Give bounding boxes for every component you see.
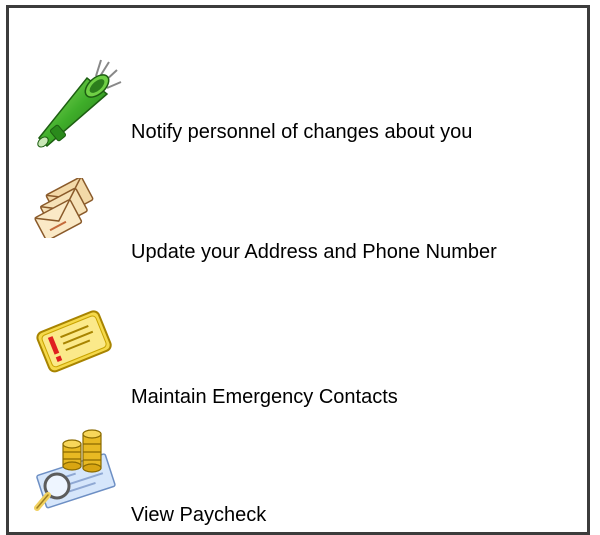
view-paycheck-label: View Paycheck [131, 504, 267, 526]
notify-personnel-link[interactable]: Notify personnel of changes about you [33, 56, 553, 152]
emergency-folder-icon [36, 310, 112, 373]
paycheck-coins-magnifier-icon [34, 429, 116, 511]
emergency-contacts-label: Maintain Emergency Contacts [131, 386, 398, 408]
emergency-contacts-link[interactable]: Maintain Emergency Contacts [33, 308, 553, 408]
envelopes-icon [34, 178, 94, 238]
self-service-panel: Notify personnel of changes about you Up… [6, 5, 590, 535]
update-address-label: Update your Address and Phone Number [131, 241, 497, 263]
megaphone-icon [37, 59, 122, 148]
notify-personnel-label: Notify personnel of changes about you [131, 121, 473, 143]
update-address-link[interactable]: Update your Address and Phone Number [33, 178, 553, 298]
view-paycheck-link[interactable]: View Paycheck [33, 426, 553, 526]
